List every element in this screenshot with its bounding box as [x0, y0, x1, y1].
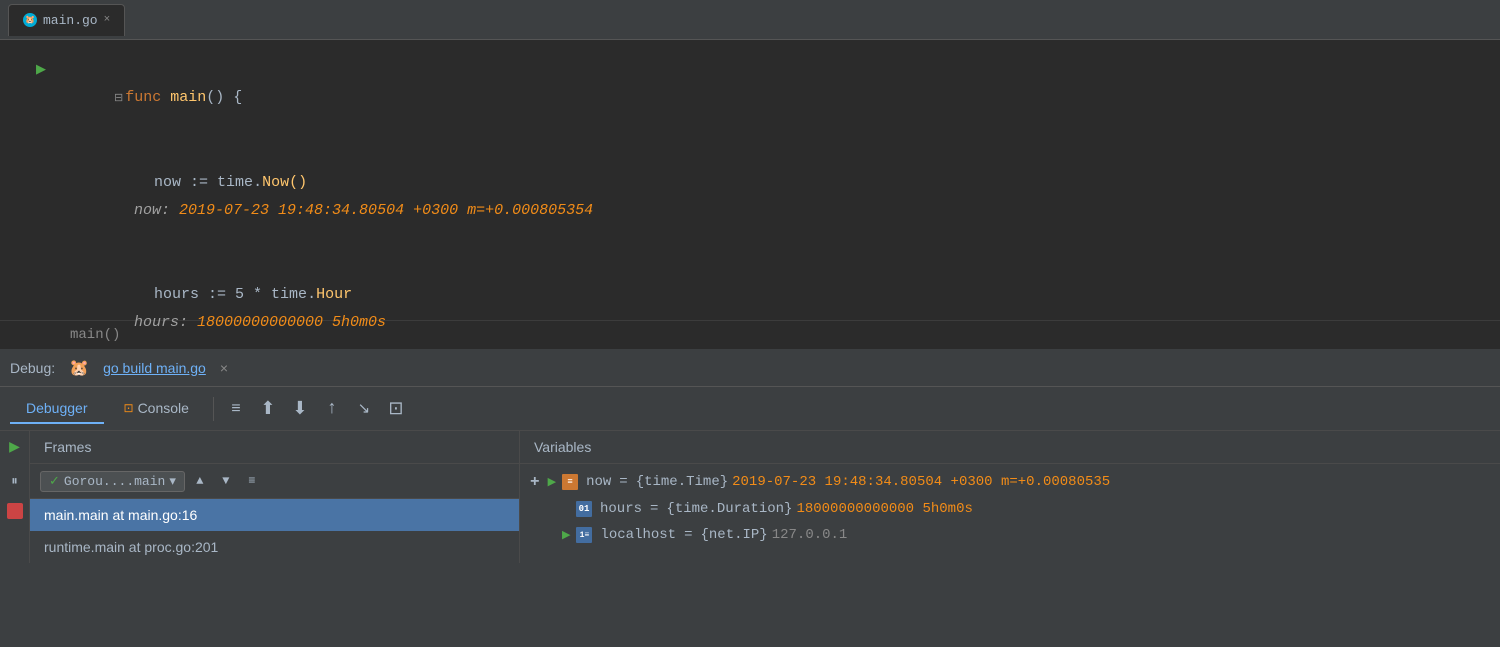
- frame-item-1[interactable]: runtime.main at proc.go:201: [30, 531, 519, 563]
- debug-toolbar: Debugger ⊡ Console ≡ ⬆ ⬇ ↑ ↘ ⊡: [0, 387, 1500, 431]
- frames-panel: Frames ✓ Gorou....main ▾ ▲ ▼ ≡ main.main…: [30, 431, 520, 563]
- run-button[interactable]: ▶: [36, 56, 46, 84]
- func-name: main: [170, 89, 206, 106]
- toolbar-btn-step-into[interactable]: ⬇: [286, 395, 314, 423]
- debug-session-icon: 🐹: [69, 358, 89, 378]
- tab-console[interactable]: ⊡ Console: [108, 394, 205, 424]
- var-val-localhost: 127.0.0.1: [772, 527, 848, 543]
- var-row-now: + ▶ ≡ now = {time.Time} 2019-07-23 19:48…: [520, 468, 1500, 496]
- tab-label: main.go: [43, 13, 98, 28]
- frame-down-button[interactable]: ▼: [215, 470, 237, 492]
- frame-list: main.main at main.go:16 runtime.main at …: [30, 499, 519, 563]
- var-row-hours: 01 hours = {time.Duration} 1800000000000…: [520, 496, 1500, 522]
- debug-inner-area: ▶ ⏸ Frames ✓ Gorou....main ▾ ▲ ▼ ≡ ma: [0, 431, 1500, 563]
- goroutine-toolbar: ✓ Gorou....main ▾ ▲ ▼ ≡: [30, 464, 519, 499]
- var-row-localhost: ▶ 1≡ localhost = {net.IP} 127.0.0.1: [520, 522, 1500, 548]
- toolbar-btn-menu[interactable]: ≡: [222, 395, 250, 423]
- go-tab-icon: 🐹: [23, 13, 37, 27]
- variables-header: Variables: [520, 431, 1500, 464]
- code-func: ⊟func main() {: [60, 56, 1500, 141]
- var-val-now: 2019-07-23 19:48:34.80504 +0300 m=+0.000…: [732, 474, 1110, 490]
- code-line-2: now := time.Now() now: 2019-07-23 19:48:…: [0, 141, 1500, 253]
- code-line-1: ▶ ⊟func main() {: [0, 56, 1500, 141]
- frame-item-0[interactable]: main.main at main.go:16: [30, 499, 519, 531]
- tab-bar: 🐹 main.go ×: [0, 0, 1500, 40]
- var-val-hours: 18000000000000 5h0m0s: [796, 501, 972, 517]
- toolbar-btn-step-over[interactable]: ⬆: [254, 395, 282, 423]
- goroutine-selector[interactable]: ✓ Gorou....main ▾: [40, 471, 185, 492]
- pause-button[interactable]: ⏸: [3, 469, 27, 493]
- gutter-run: ▶: [0, 56, 60, 84]
- var-icon-struct-now: ≡: [562, 474, 578, 490]
- tab-debugger[interactable]: Debugger: [10, 394, 104, 424]
- method-now: Now(): [262, 174, 307, 191]
- inline-comment-now: now: 2019-07-23 19:48:34.80504 +0300 m=+…: [134, 202, 593, 219]
- var-expand-localhost[interactable]: ▶: [562, 528, 570, 542]
- inline-comment-hours: hours: 18000000000000 5h0m0s: [134, 314, 386, 331]
- debug-label: Debug:: [10, 360, 55, 376]
- frame-up-button[interactable]: ▲: [189, 470, 211, 492]
- resume-button[interactable]: ▶: [3, 435, 27, 459]
- code-editor: ▶ ⊟func main() { now := time.Now() now: …: [0, 40, 1500, 320]
- goroutine-label: Gorou....main: [64, 474, 165, 489]
- var-add-button[interactable]: +: [530, 473, 540, 491]
- debug-panel: Debug: 🐹 go build main.go × Debugger ⊡ C…: [0, 349, 1500, 647]
- frame-list-button[interactable]: ≡: [241, 470, 263, 492]
- punct-open: () {: [206, 89, 242, 106]
- assign-now: :=: [181, 174, 217, 191]
- toolbar-separator-1: [213, 397, 214, 421]
- side-action-panel: ▶ ⏸: [0, 431, 30, 563]
- method-hour: Hour: [316, 286, 352, 303]
- var-name-now: now: [586, 474, 611, 490]
- toolbar-btn-step-out[interactable]: ↑: [318, 395, 346, 423]
- variables-panel: Variables + ▶ ≡ now = {time.Time} 2019-0…: [520, 431, 1500, 563]
- var-hours: hours: [154, 286, 199, 303]
- frames-header: Frames: [30, 431, 519, 464]
- fold-icon[interactable]: ⊟: [114, 93, 123, 105]
- var-icon-dur-hours: 01: [576, 501, 592, 517]
- var-icon-net-localhost: 1≡: [576, 527, 592, 543]
- console-icon: ⊡: [124, 401, 134, 415]
- debug-session-name: go build main.go: [103, 360, 206, 376]
- pkg-time: time: [217, 174, 253, 191]
- var-name-hours: hours: [600, 501, 642, 517]
- tab-main-go[interactable]: 🐹 main.go ×: [8, 4, 125, 36]
- debug-session-bar: Debug: 🐹 go build main.go ×: [0, 349, 1500, 387]
- goroutine-dropdown-icon: ▾: [169, 474, 176, 489]
- tab-close-button[interactable]: ×: [104, 14, 111, 26]
- var-expand-now[interactable]: ▶: [548, 475, 556, 489]
- keyword-func: func: [125, 89, 170, 106]
- toolbar-btn-evaluate[interactable]: ⊡: [382, 395, 410, 423]
- code-now: now := time.Now() now: 2019-07-23 19:48:…: [60, 141, 1500, 253]
- variables-list: + ▶ ≡ now = {time.Time} 2019-07-23 19:48…: [520, 464, 1500, 563]
- goroutine-check-icon: ✓: [49, 474, 60, 489]
- var-name-localhost: localhost: [600, 527, 676, 543]
- toolbar-btn-run-cursor[interactable]: ↘: [350, 395, 378, 423]
- var-now: now: [154, 174, 181, 191]
- stop-button[interactable]: [7, 503, 23, 519]
- debug-session-close[interactable]: ×: [220, 360, 228, 376]
